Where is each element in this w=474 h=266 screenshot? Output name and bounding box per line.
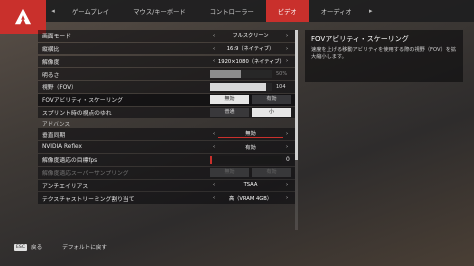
chevron-left-icon[interactable]: ‹ bbox=[210, 144, 218, 150]
reflex-value: 有効 bbox=[245, 144, 256, 151]
chevron-left-icon[interactable]: ‹ bbox=[210, 33, 218, 39]
setting-label: テクスチャストリーミング割り当て bbox=[42, 196, 135, 203]
advanced-section-header: アドバンス bbox=[42, 121, 71, 128]
chevron-left-icon[interactable]: ‹ bbox=[210, 182, 218, 188]
setting-label: 解像度 bbox=[42, 59, 60, 66]
prev-tab-icon[interactable]: ◂ bbox=[46, 0, 60, 22]
setting-row-brightness[interactable]: 明るさ 50% bbox=[38, 68, 295, 81]
setting-row-aspect-ratio[interactable]: 縦横比 ‹ 16:9（ネイティブ） › bbox=[38, 42, 295, 55]
fov-scaling-on-button[interactable]: 有効 bbox=[252, 95, 291, 105]
vsync-value: 無効 bbox=[218, 130, 283, 139]
tab-mouse-keyboard[interactable]: マウス/キーボード bbox=[121, 0, 198, 22]
brightness-value: 50% bbox=[276, 70, 288, 77]
adaptive-ss-on-button: 有効 bbox=[252, 168, 291, 177]
description-title: FOVアビリティ・スケーリング bbox=[311, 35, 409, 43]
tab-controller[interactable]: コントローラー bbox=[198, 0, 266, 22]
fov-slider[interactable] bbox=[210, 82, 272, 91]
setting-label: アンチエイリアス bbox=[42, 183, 89, 190]
brightness-slider[interactable] bbox=[210, 69, 272, 78]
chevron-right-icon[interactable]: › bbox=[283, 182, 291, 188]
apex-logo bbox=[0, 0, 46, 34]
setting-row-resolution[interactable]: 解像度 ‹ 1920×1080（ネイティブ） › bbox=[38, 55, 295, 68]
texture-budget-value: 高（VRAM 4GB） bbox=[228, 195, 273, 202]
apex-logo-icon bbox=[14, 8, 32, 25]
tab-video[interactable]: ビデオ bbox=[265, 0, 309, 22]
adaptive-target-value: 0 bbox=[286, 156, 290, 164]
setting-label: 画面モード bbox=[42, 34, 71, 41]
back-button[interactable]: 戻る bbox=[31, 243, 42, 251]
sprint-shake-small-button[interactable]: 小 bbox=[252, 108, 291, 117]
chevron-left-icon[interactable]: ‹ bbox=[210, 131, 218, 137]
display-mode-value: フルスクリーン bbox=[232, 33, 269, 40]
chevron-left-icon[interactable]: ‹ bbox=[210, 58, 218, 64]
footer-bar: ESC 戻る デフォルトに戻す bbox=[14, 243, 107, 251]
resolution-value: 1920×1080（ネイティブ） bbox=[218, 58, 285, 65]
next-tab-icon[interactable]: ▸ bbox=[364, 0, 378, 22]
setting-row-fov-scaling[interactable]: FOVアビリティ・スケーリング 無効 有効 bbox=[38, 93, 295, 106]
setting-label: 視野（FOV） bbox=[42, 85, 77, 92]
setting-row-texture-budget[interactable]: テクスチャストリーミング割り当て ‹ 高（VRAM 4GB） › bbox=[38, 192, 295, 205]
setting-row-fov[interactable]: 視野（FOV） 104 bbox=[38, 81, 295, 93]
aspect-ratio-value: 16:9（ネイティブ） bbox=[226, 46, 275, 53]
setting-label: 縦横比 bbox=[42, 47, 60, 54]
fov-value: 104 bbox=[276, 83, 286, 90]
top-tab-bar: ◂ ゲームプレイ マウス/キーボード コントローラー ビデオ オーディオ ▸ bbox=[46, 0, 474, 22]
antialiasing-value: TSAA bbox=[243, 182, 258, 189]
setting-row-antialiasing[interactable]: アンチエイリアス ‹ TSAA › bbox=[38, 179, 295, 192]
settings-scrollbar[interactable] bbox=[295, 30, 298, 230]
adaptive-ss-off-button: 無効 bbox=[210, 168, 249, 177]
chevron-right-icon[interactable]: › bbox=[283, 33, 291, 39]
chevron-left-icon[interactable]: ‹ bbox=[210, 195, 218, 201]
setting-label: 解像度適応の目標fps bbox=[42, 158, 98, 165]
setting-label: FOVアビリティ・スケーリング bbox=[42, 98, 123, 105]
chevron-left-icon[interactable]: ‹ bbox=[210, 46, 218, 52]
chevron-right-icon[interactable]: › bbox=[283, 46, 291, 52]
chevron-right-icon[interactable]: › bbox=[283, 144, 291, 150]
description-panel: FOVアビリティ・スケーリング 速度を上げる移動アビリティを使用する際の視野（F… bbox=[305, 30, 463, 82]
tab-gameplay[interactable]: ゲームプレイ bbox=[60, 0, 121, 22]
setting-label: スプリント時の視点のゆれ bbox=[42, 111, 112, 118]
description-body: 速度を上げる移動アビリティを使用する際の視野（FOV）を拡大縮小します。 bbox=[311, 47, 457, 60]
sprint-shake-normal-button[interactable]: 普通 bbox=[210, 108, 249, 117]
adaptive-target-input[interactable] bbox=[210, 155, 282, 164]
setting-row-vsync[interactable]: 垂直同期 ‹ 無効 › bbox=[38, 128, 295, 141]
setting-label: NVIDIA Reflex bbox=[42, 144, 82, 151]
fov-scaling-off-button[interactable]: 無効 bbox=[210, 95, 249, 105]
setting-label: 明るさ bbox=[42, 72, 60, 79]
brightness-slider-fill bbox=[210, 69, 241, 78]
setting-row-reflex[interactable]: NVIDIA Reflex ‹ 有効 › bbox=[38, 141, 295, 153]
tab-audio[interactable]: オーディオ bbox=[309, 0, 364, 22]
settings-list: 画面モード ‹ フルスクリーン › 縦横比 ‹ 16:9（ネイティブ） › 解像… bbox=[38, 30, 295, 260]
setting-row-adaptive-target[interactable]: 解像度適応の目標fps 0 bbox=[38, 154, 295, 166]
esc-key-icon: ESC bbox=[14, 243, 28, 251]
setting-label: 垂直同期 bbox=[42, 132, 66, 139]
setting-label: 解像度適応スーパーサンプリング bbox=[42, 171, 129, 178]
fov-slider-fill bbox=[210, 82, 266, 91]
setting-row-display-mode[interactable]: 画面モード ‹ フルスクリーン › bbox=[38, 30, 295, 42]
chevron-right-icon[interactable]: › bbox=[283, 195, 291, 201]
chevron-right-icon[interactable]: › bbox=[283, 58, 291, 64]
restore-defaults-button[interactable]: デフォルトに戻す bbox=[62, 243, 107, 251]
chevron-right-icon[interactable]: › bbox=[283, 131, 291, 137]
setting-row-sprint-shake[interactable]: スプリント時の視点のゆれ 普通 小 bbox=[38, 106, 295, 119]
scrollbar-thumb[interactable] bbox=[295, 30, 298, 160]
setting-row-adaptive-supersampling: 解像度適応スーパーサンプリング 無効 有効 bbox=[38, 166, 295, 179]
